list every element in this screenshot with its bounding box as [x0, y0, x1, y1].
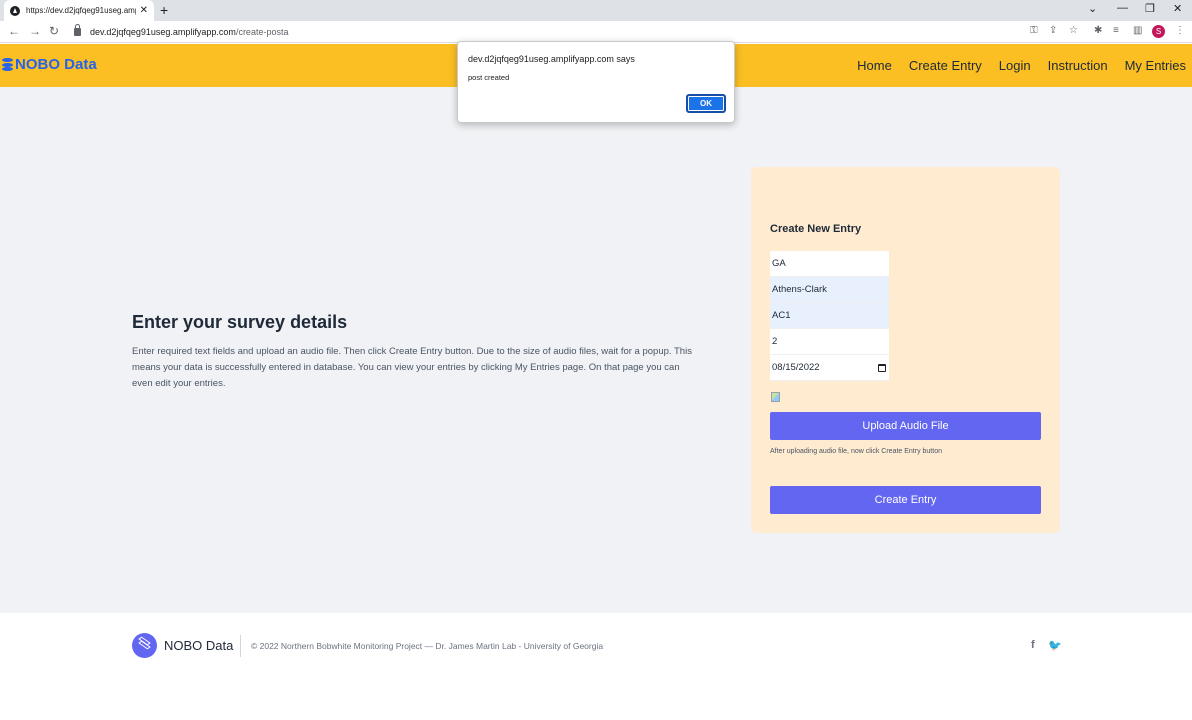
alert-dialog: dev.d2jqfqeg91useg.amplifyapp.com says p…: [457, 41, 735, 123]
side-panel-icon[interactable]: ▥: [1133, 25, 1142, 36]
state-value: GA: [772, 258, 786, 269]
url-field[interactable]: dev.d2jqfqeg91useg.amplifyapp.com/create…: [70, 23, 1050, 41]
nav-home[interactable]: Home: [857, 58, 892, 73]
broken-image-icon: [771, 392, 780, 402]
restore-icon[interactable]: ❐: [1145, 2, 1155, 15]
county-field[interactable]: Athens-Clark: [770, 277, 889, 303]
address-bar: ← → ↻ dev.d2jqfqeg91useg.amplifyapp.com /…: [0, 21, 1192, 43]
site-field[interactable]: AC1: [770, 303, 889, 329]
close-window-icon[interactable]: ✕: [1173, 2, 1182, 15]
layers-icon: [132, 633, 157, 658]
create-entry-card: Create New Entry GA Athens-Clark AC1 2 0…: [751, 167, 1060, 533]
minimize-icon[interactable]: —: [1117, 2, 1128, 14]
site-value: AC1: [772, 310, 791, 321]
close-tab-icon[interactable]: ✕: [140, 5, 148, 16]
date-value: 08/15/2022: [772, 362, 820, 373]
footer-divider: [240, 635, 241, 657]
brand-link[interactable]: NOBO Data: [2, 56, 97, 73]
nav-create-entry[interactable]: Create Entry: [909, 58, 982, 73]
brand-name: NOBO Data: [15, 56, 97, 73]
copyright-text: © 2022 Northern Bobwhite Monitoring Proj…: [251, 641, 604, 651]
tab-search-icon[interactable]: ⌄: [1088, 2, 1097, 15]
url-host: dev.d2jqfqeg91useg.amplifyapp.com: [90, 27, 236, 37]
amplify-favicon-icon: [10, 5, 20, 16]
tab-title: https://dev.d2jqfqeg91useg.amp: [26, 6, 136, 15]
new-tab-icon[interactable]: +: [160, 2, 168, 18]
nav-instruction[interactable]: Instruction: [1048, 58, 1108, 73]
upload-audio-button[interactable]: Upload Audio File: [770, 412, 1041, 440]
instructions-text: Enter required text fields and upload an…: [132, 346, 692, 389]
date-field[interactable]: 08/15/2022: [770, 355, 889, 381]
state-field[interactable]: GA: [770, 251, 889, 277]
count-value: 2: [772, 336, 778, 347]
profile-avatar[interactable]: S: [1152, 25, 1165, 38]
footer-logo[interactable]: NOBO Data: [132, 633, 233, 658]
dialog-title: dev.d2jqfqeg91useg.amplifyapp.com says: [468, 54, 635, 64]
reading-list-icon[interactable]: ≡: [1113, 25, 1119, 36]
site-footer: NOBO Data © 2022 Northern Bobwhite Monit…: [0, 613, 1192, 720]
twitter-icon[interactable]: 🐦: [1048, 639, 1062, 652]
forward-icon[interactable]: →: [29, 24, 41, 38]
browser-tab[interactable]: https://dev.d2jqfqeg91useg.amp ✕: [4, 0, 154, 21]
county-value: Athens-Clark: [772, 284, 827, 295]
nav-my-entries[interactable]: My Entries: [1125, 58, 1186, 73]
form-title: Create New Entry: [770, 223, 862, 235]
ok-button[interactable]: OK: [686, 94, 726, 113]
create-entry-button[interactable]: Create Entry: [770, 486, 1041, 514]
url-path: /create-posta: [235, 27, 289, 37]
nav-login[interactable]: Login: [999, 58, 1031, 73]
bookmark-star-icon[interactable]: ☆: [1069, 25, 1078, 36]
facebook-icon[interactable]: f: [1031, 639, 1035, 651]
database-icon: [2, 58, 13, 71]
extensions-icon[interactable]: ✱: [1094, 25, 1102, 36]
reload-icon[interactable]: ↻: [49, 24, 59, 38]
main-content: Enter your survey details Enter required…: [0, 87, 1192, 613]
menu-kebab-icon[interactable]: ⋮: [1175, 25, 1185, 36]
page-title: Enter your survey details: [132, 312, 348, 332]
upload-hint: After uploading audio file, now click Cr…: [770, 448, 942, 455]
lock-icon: [74, 24, 81, 36]
main-nav: Home Create Entry Login Instruction My E…: [840, 58, 1186, 73]
calendar-icon[interactable]: [878, 364, 886, 372]
footer-brand: NOBO Data: [164, 638, 234, 653]
dialog-message: post created: [468, 73, 510, 82]
share-icon[interactable]: ⇪: [1049, 25, 1057, 36]
count-field[interactable]: 2: [770, 329, 889, 355]
back-icon[interactable]: ←: [8, 24, 20, 38]
key-icon[interactable]: ⚿: [1030, 25, 1038, 36]
browser-tab-bar: https://dev.d2jqfqeg91useg.amp ✕ + ⌄ — ❐…: [0, 0, 1192, 21]
